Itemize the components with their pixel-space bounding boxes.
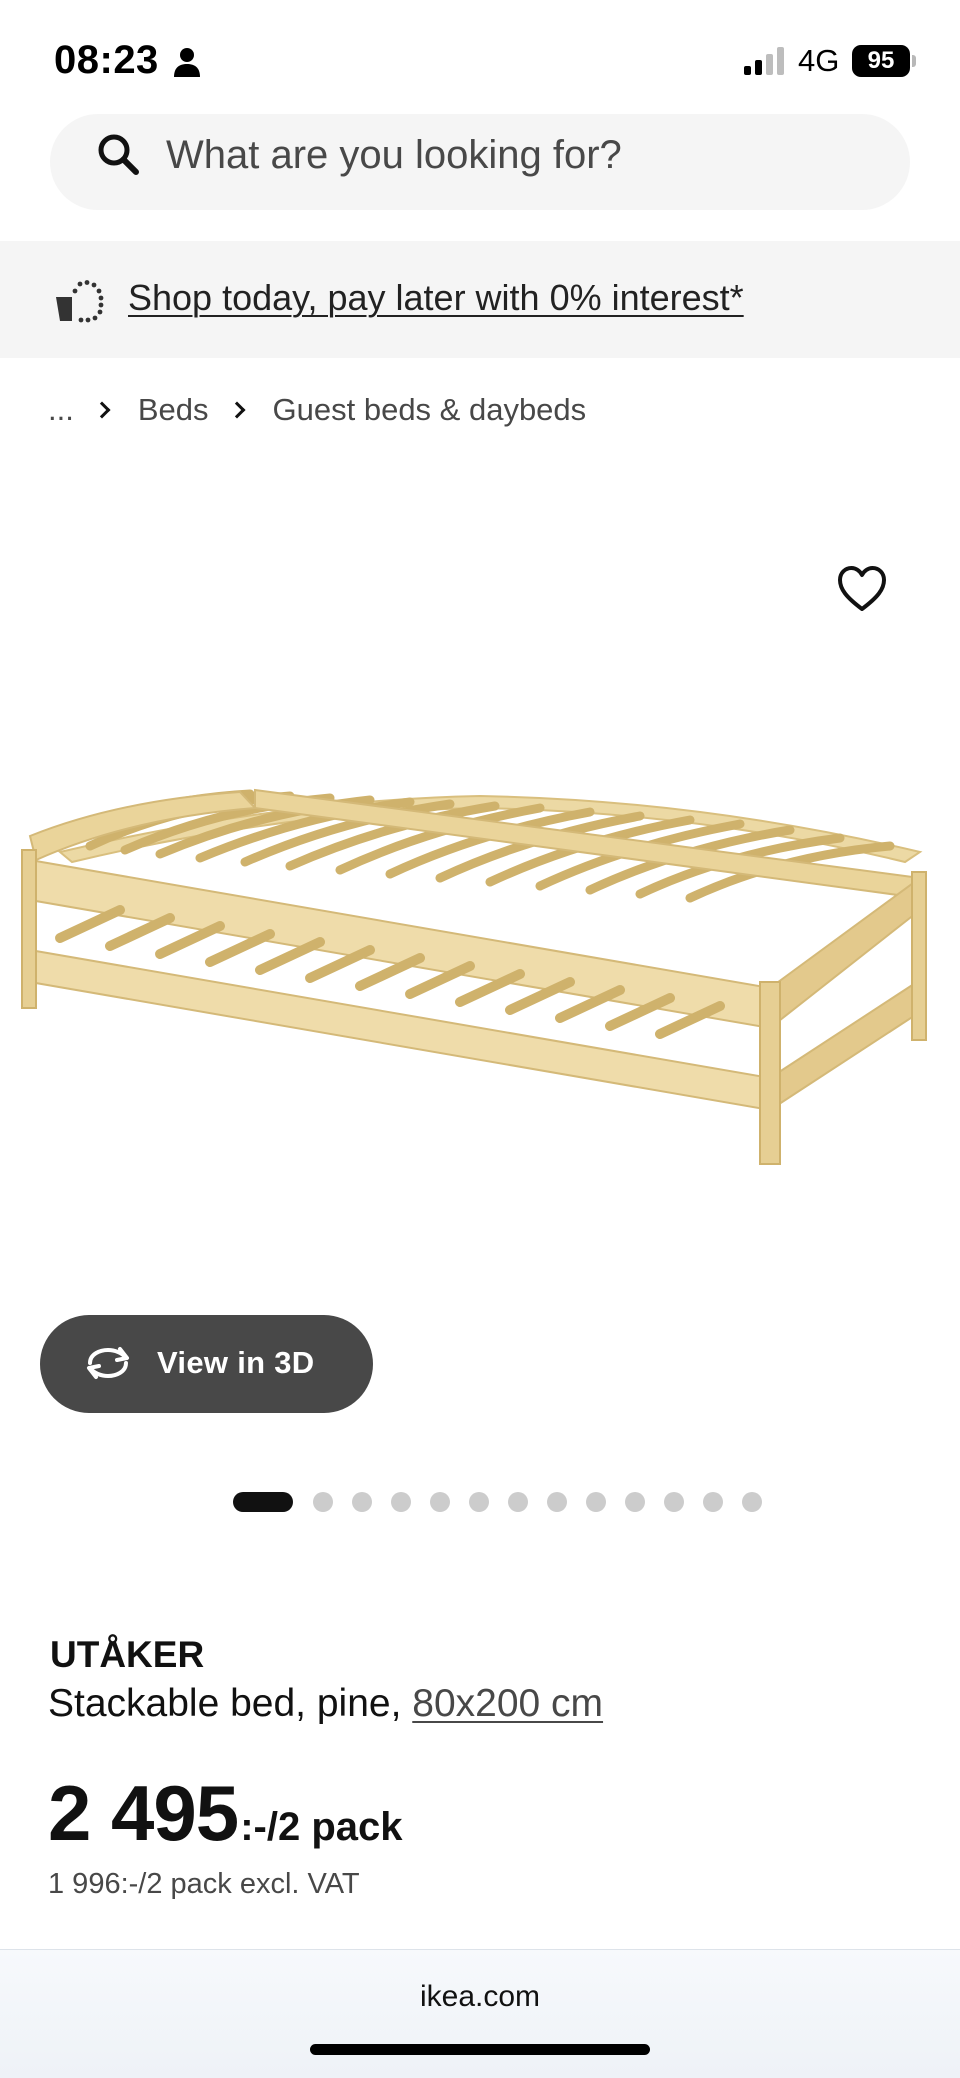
view-in-3d-button[interactable]: View in 3D (40, 1315, 373, 1413)
carousel-dot[interactable] (703, 1492, 723, 1512)
carousel-dot[interactable] (469, 1492, 489, 1512)
rotate-3d-icon (87, 1347, 129, 1379)
browser-address-bar[interactable]: ikea.com (0, 1949, 960, 2078)
promo-link[interactable]: Shop today, pay later with 0% interest* (128, 277, 744, 319)
search-input[interactable] (166, 130, 866, 180)
breadcrumb-ellipsis[interactable]: ... (48, 392, 74, 428)
status-time: 08:23 (54, 38, 159, 82)
carousel-dot[interactable] (664, 1492, 684, 1512)
home-indicator[interactable] (310, 2044, 650, 2055)
carousel-dot-active[interactable] (233, 1492, 293, 1512)
installment-payment-icon (56, 280, 104, 323)
breadcrumb-item-guest-beds[interactable]: Guest beds & daybeds (273, 392, 587, 428)
carousel-dot[interactable] (586, 1492, 606, 1512)
price: 2 495 :-/2 pack (48, 1768, 403, 1859)
carousel-dot[interactable] (430, 1492, 450, 1512)
leg (759, 981, 781, 1165)
carousel-dot[interactable] (352, 1492, 372, 1512)
breadcrumb: ... Beds Guest beds & daybeds (48, 390, 586, 430)
size-link[interactable]: 80x200 cm (412, 1682, 603, 1725)
status-bar: 08:23 4G 95 (0, 0, 960, 115)
product-description: Stackable bed, pine, 80x200 cm (48, 1682, 603, 1726)
search-icon (98, 134, 139, 175)
browser-domain[interactable]: ikea.com (0, 1980, 960, 2014)
favorite-heart-icon[interactable] (836, 564, 888, 616)
person-icon (174, 48, 200, 77)
chevron-right-icon (93, 401, 111, 419)
carousel-dot[interactable] (547, 1492, 567, 1512)
carousel-dot[interactable] (391, 1492, 411, 1512)
carousel-dot[interactable] (625, 1492, 645, 1512)
price-excl-vat: 1 996:-/2 pack excl. VAT (48, 1868, 360, 1900)
breadcrumb-item-beds[interactable]: Beds (138, 392, 209, 428)
carousel-dot[interactable] (313, 1492, 333, 1512)
view-in-3d-label: View in 3D (157, 1345, 315, 1380)
cellular-signal-icon (744, 47, 784, 75)
product-description-text: Stackable bed, pine, (48, 1682, 413, 1725)
product-image[interactable] (0, 760, 960, 1180)
battery-indicator: 95 (852, 45, 910, 77)
battery-cap (912, 55, 916, 67)
leg (911, 871, 927, 1041)
promo-banner: Shop today, pay later with 0% interest* (0, 241, 960, 358)
price-unit: :-/2 pack (240, 1805, 403, 1849)
carousel-indicator[interactable] (233, 1492, 781, 1512)
network-type: 4G (798, 43, 840, 78)
price-amount: 2 495 (48, 1769, 239, 1857)
leg (21, 849, 37, 1009)
carousel-dot[interactable] (742, 1492, 762, 1512)
product-name: UTÅKER (50, 1634, 205, 1675)
chevron-right-icon (228, 401, 246, 419)
search-bar[interactable] (50, 114, 910, 210)
carousel-dot[interactable] (508, 1492, 528, 1512)
